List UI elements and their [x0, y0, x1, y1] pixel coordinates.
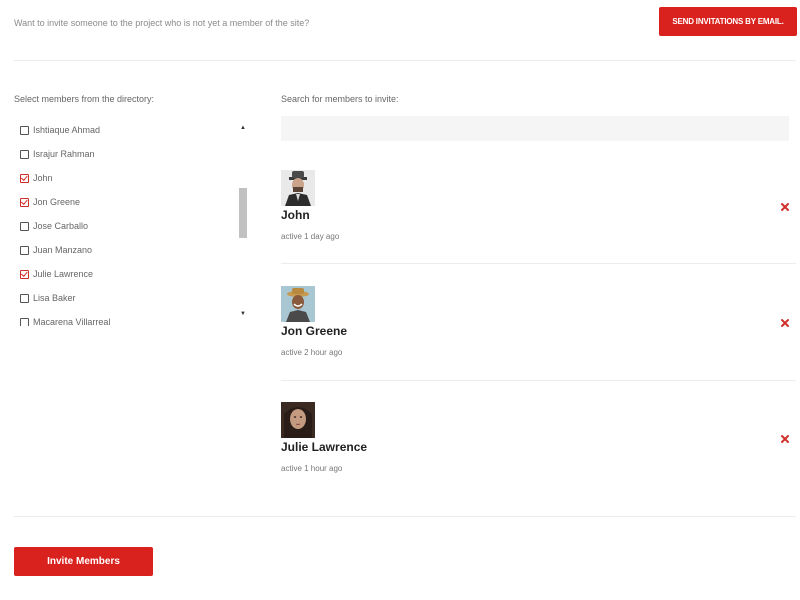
- arrow-down-icon[interactable]: ▼: [237, 308, 249, 320]
- checkbox-icon[interactable]: [20, 293, 29, 303]
- selected-member-card: Jon Greene active 2 hour ago: [281, 286, 796, 366]
- member-divider: [281, 380, 796, 381]
- close-x-icon[interactable]: [779, 316, 791, 328]
- close-x-icon[interactable]: [779, 432, 791, 444]
- directory-item-label: Jon Greene: [33, 197, 81, 207]
- directory-item[interactable]: Ishtiaque Ahmad: [20, 122, 100, 138]
- smiling-man-with-hat-avatar: [281, 286, 315, 322]
- checkbox-icon[interactable]: [20, 269, 29, 279]
- member-name: Julie Lawrence: [281, 440, 368, 454]
- member-activity: active 1 day ago: [281, 232, 340, 241]
- directory-item-label: Lisa Baker: [33, 293, 76, 303]
- selected-member-card: Julie Lawrence active 1 hour ago: [281, 402, 796, 482]
- checkbox-icon[interactable]: [20, 149, 29, 159]
- checkbox-icon[interactable]: [20, 317, 29, 326]
- directory-item[interactable]: Israjur Rahman: [20, 146, 95, 162]
- directory-item-label: John: [33, 173, 53, 183]
- directory-item-label: Juan Manzano: [33, 245, 93, 255]
- close-x-icon[interactable]: [779, 200, 791, 212]
- checkbox-icon[interactable]: [20, 221, 29, 231]
- member-name: John: [281, 208, 310, 222]
- bottom-divider: [14, 516, 796, 517]
- directory-scrollbar[interactable]: ▲ ▼: [237, 118, 249, 324]
- woman-avatar: [281, 402, 315, 438]
- directory-item[interactable]: John: [20, 170, 53, 186]
- send-invitations-by-email-button[interactable]: SEND INVITATIONS BY EMAIL.: [659, 7, 797, 36]
- checkbox-icon[interactable]: [20, 173, 29, 183]
- member-activity: active 2 hour ago: [281, 348, 343, 357]
- member-divider: [281, 263, 796, 264]
- directory-item[interactable]: Jon Greene: [20, 194, 80, 210]
- directory-item[interactable]: Julie Lawrence: [20, 266, 93, 282]
- search-label: Search for members to invite:: [281, 94, 399, 104]
- checkbox-icon[interactable]: [20, 245, 29, 255]
- directory-item[interactable]: Macarena Villarreal: [20, 314, 110, 326]
- directory-item-label: Jose Carballo: [33, 221, 89, 231]
- scroll-thumb[interactable]: [239, 188, 247, 238]
- member-search-input[interactable]: [281, 116, 789, 141]
- member-activity: active 1 hour ago: [281, 464, 343, 473]
- directory-label: Select members from the directory:: [14, 94, 155, 104]
- directory-item-label: Julie Lawrence: [33, 269, 94, 279]
- top-divider: [14, 60, 796, 61]
- directory-list[interactable]: Ishtiaque Ahmad Israjur Rahman John Jon …: [14, 118, 250, 326]
- directory-item[interactable]: Jose Carballo: [20, 218, 88, 234]
- directory-item-label: Macarena Villarreal: [33, 317, 111, 326]
- selected-member-card: John active 1 day ago: [281, 170, 796, 250]
- checkbox-icon[interactable]: [20, 125, 29, 135]
- invite-members-button[interactable]: Invite Members: [14, 547, 153, 576]
- arrow-up-icon[interactable]: ▲: [237, 122, 249, 134]
- directory-item[interactable]: Juan Manzano: [20, 242, 92, 258]
- member-name: Jon Greene: [281, 324, 348, 338]
- directory-item-label: Ishtiaque Ahmad: [33, 125, 101, 135]
- invite-prompt-text: Want to invite someone to the project wh…: [14, 18, 310, 28]
- man-with-hat-avatar: [281, 170, 315, 206]
- checkbox-icon[interactable]: [20, 197, 29, 207]
- directory-item[interactable]: Lisa Baker: [20, 290, 76, 306]
- directory-item-label: Israjur Rahman: [33, 149, 95, 159]
